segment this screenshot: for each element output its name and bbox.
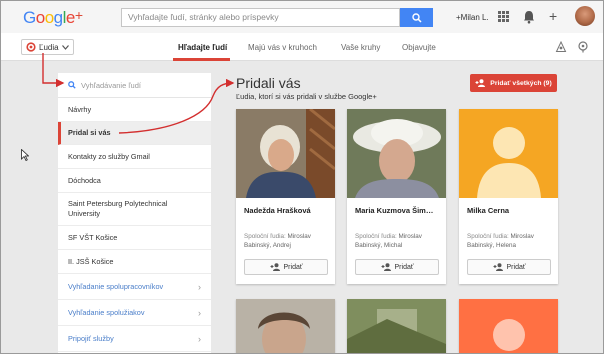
people-dropdown[interactable]: Ľudia: [21, 39, 74, 55]
add-person-icon: [493, 263, 503, 271]
portrait-image: [347, 299, 446, 353]
people-circles-icon: [26, 42, 36, 52]
notifications-bell-icon[interactable]: [523, 10, 535, 24]
chevron-down-icon: [61, 44, 69, 50]
person-card-partial[interactable]: [459, 299, 558, 353]
people-dropdown-label: Ľudia: [39, 42, 59, 52]
google-plus-logo[interactable]: Google+: [23, 7, 83, 28]
sidebar-item-added-you[interactable]: Pridal si vás: [58, 122, 211, 145]
browser-frame: Google+ Vyhľadajte ľudí, stránky alebo p…: [0, 0, 604, 354]
search-button[interactable]: [400, 8, 433, 27]
person-settings-icon[interactable]: [555, 41, 567, 53]
person-card[interactable]: Nadežda Hrašková Spoloční ľudia: Mirosla…: [236, 109, 335, 284]
tab-have-you-in-circles[interactable]: Majú vás v kruhoch: [248, 43, 317, 52]
add-person-button[interactable]: Pridať: [467, 259, 551, 275]
sidebar-item-suggestions[interactable]: Návrhy: [58, 98, 211, 122]
share-plus-icon[interactable]: +: [549, 8, 557, 24]
add-all-label: Pridať všetkých (9): [490, 79, 552, 87]
person-name[interactable]: Milka Cerna: [467, 206, 553, 215]
mouse-cursor-icon: [21, 149, 29, 161]
sidebar-item-sf-vst[interactable]: SF VŠT Košice: [58, 226, 211, 250]
common-people: Spoloční ľudia: Miroslav Babinský, Micha…: [355, 232, 443, 250]
apps-grid-icon[interactable]: [498, 11, 509, 22]
person-card[interactable]: Maria Kuzmova Šim… Spoloční ľudia: Miros…: [347, 109, 446, 284]
person-name[interactable]: Maria Kuzmova Šim…: [355, 206, 441, 215]
portrait-image: [347, 109, 446, 198]
location-pin-icon[interactable]: [577, 41, 589, 53]
common-people: Spoloční ľudia: Miroslav Babinský, Andre…: [244, 232, 332, 250]
find-coworkers-label: Vyhľadanie spolupracovníkov: [68, 281, 164, 291]
chevron-right-icon: ›: [198, 281, 201, 292]
person-photo: [347, 109, 446, 198]
chevron-right-icon: ›: [198, 333, 201, 344]
person-card-partial[interactable]: [347, 299, 446, 353]
person-card-partial[interactable]: [236, 299, 335, 353]
people-search-field[interactable]: Vyhľadávanie ľudí: [58, 73, 211, 98]
add-person-icon: [381, 263, 391, 271]
sidebar: Vyhľadávanie ľudí Návrhy Pridal si vás K…: [58, 73, 211, 353]
search-input[interactable]: Vyhľadajte ľudí, stránky alebo príspevky: [121, 8, 400, 27]
add-person-button[interactable]: Pridať: [355, 259, 439, 275]
search-icon: [68, 81, 76, 89]
common-people-label: Spoloční ľudia:: [467, 233, 509, 240]
people-search-placeholder: Vyhľadávanie ľudí: [81, 80, 141, 90]
sidebar-item-gmail-contacts[interactable]: Kontakty zo služby Gmail: [58, 145, 211, 169]
sidebar-link-find-classmates[interactable]: Vyhľadanie spolužiakov ›: [58, 300, 211, 326]
common-people: Spoloční ľudia: Miroslav Babinský, Helen…: [467, 232, 555, 250]
search-icon: [411, 12, 422, 23]
add-all-button[interactable]: Pridať všetkých (9): [470, 74, 557, 92]
active-tab-indicator: [173, 58, 230, 61]
default-avatar-silhouette: [459, 299, 558, 353]
top-bar: Google+ Vyhľadajte ľudí, stránky alebo p…: [1, 1, 603, 33]
sidebar-link-connect-services[interactable]: Pripojiť služby ›: [58, 326, 211, 352]
sidebar-item-retiree[interactable]: Dóchodca: [58, 169, 211, 193]
add-person-label: Pridať: [283, 263, 303, 271]
default-avatar-silhouette: [459, 109, 558, 198]
common-people-label: Spoloční ľudia:: [355, 233, 397, 240]
connect-services-label: Pripojiť služby: [68, 333, 114, 343]
find-classmates-label: Vyhľadanie spolužiakov: [68, 307, 145, 317]
person-photo: [459, 109, 558, 198]
tab-discover[interactable]: Objavujte: [402, 43, 436, 52]
tab-find-people[interactable]: Hľadajte ľudí: [178, 43, 227, 52]
add-person-icon: [475, 79, 486, 87]
add-person-label: Pridať: [394, 263, 414, 271]
tab-your-circles[interactable]: Vaše kruhy: [341, 43, 380, 52]
add-person-label: Pridať: [506, 263, 526, 271]
add-person-icon: [270, 263, 280, 271]
page-title: Pridali vás: [236, 75, 301, 91]
person-card[interactable]: Milka Cerna Spoloční ľudia: Miroslav Bab…: [459, 109, 558, 284]
person-photo: [236, 109, 335, 198]
user-name-link[interactable]: +Milan L.: [456, 13, 489, 22]
person-name[interactable]: Nadežda Hrašková: [244, 206, 330, 215]
chevron-right-icon: ›: [198, 307, 201, 318]
page-subtitle: Ľudia, ktorí si vás pridali v službe Goo…: [236, 92, 377, 101]
add-person-button[interactable]: Pridať: [244, 259, 328, 275]
sidebar-item-jss[interactable]: II. JSŠ Košice: [58, 250, 211, 274]
portrait-image: [236, 299, 335, 353]
sidebar-link-find-coworkers[interactable]: Vyhľadanie spolupracovníkov ›: [58, 274, 211, 300]
portrait-image: [236, 109, 335, 198]
sidebar-item-university[interactable]: Saint Petersburg Polytechnical Universit…: [58, 193, 211, 226]
user-avatar[interactable]: [575, 6, 595, 26]
common-people-label: Spoloční ľudia:: [244, 233, 286, 240]
